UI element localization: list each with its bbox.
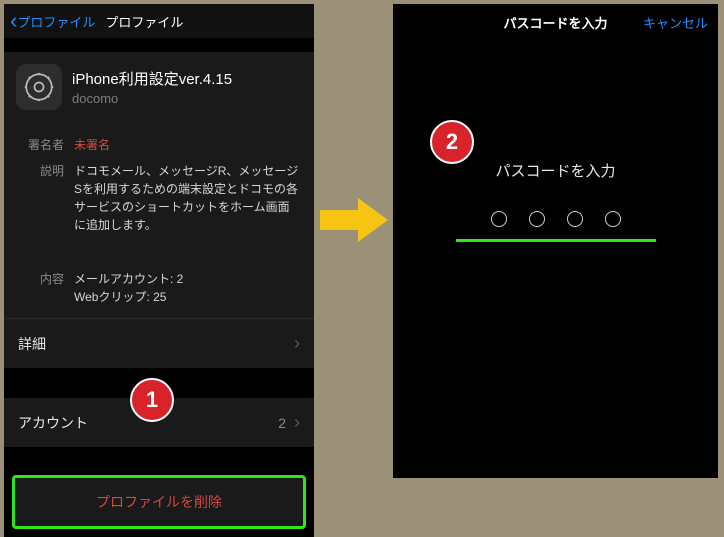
- detail-label: 詳細: [18, 334, 46, 354]
- badge-number: 1: [146, 387, 158, 413]
- content-line-2: Webクリップ: 25: [74, 288, 183, 306]
- badge-number: 2: [446, 129, 458, 155]
- chevron-right-icon: ›: [294, 333, 300, 354]
- step-badge-2: 2: [430, 120, 474, 164]
- delete-section: プロファイルを削除: [4, 467, 314, 537]
- back-label: プロファイル: [17, 12, 95, 31]
- nav-bar: ‹ プロファイル プロファイル: [4, 4, 314, 38]
- delete-label: プロファイルを削除: [96, 494, 222, 510]
- signer-value: 未署名: [74, 136, 110, 154]
- account-label: アカウント: [18, 413, 88, 433]
- signer-label: 署名者: [18, 136, 64, 154]
- passcode-dots[interactable]: [393, 211, 718, 227]
- nav-bar: パスコードを入力 キャンセル: [393, 4, 718, 40]
- nav-title: パスコードを入力: [503, 13, 607, 32]
- chevron-left-icon: ‹: [10, 10, 17, 32]
- settings-gear-icon: [16, 64, 62, 110]
- passcode-prompt: パスコードを入力: [393, 160, 718, 181]
- highlight-underline: [456, 239, 656, 242]
- profile-org: docomo: [72, 91, 232, 106]
- content-line-1: メールアカウント: 2: [74, 270, 183, 288]
- profile-meta: 署名者 未署名 説明 ドコモメール、メッセージR、メッセージSを利用するための端…: [4, 122, 314, 318]
- phone-screen-profile: ‹ プロファイル プロファイル iPhone利用設定ver.4.15 docom…: [4, 4, 314, 510]
- back-button[interactable]: ‹ プロファイル: [10, 10, 95, 32]
- passcode-entry: パスコードを入力: [393, 160, 718, 242]
- step-badge-1: 1: [130, 378, 174, 422]
- delete-profile-button[interactable]: プロファイルを削除: [12, 475, 306, 529]
- passcode-dot: [567, 211, 583, 227]
- detail-row[interactable]: 詳細 ›: [4, 318, 314, 368]
- account-count: 2: [278, 415, 286, 431]
- desc-label: 説明: [18, 162, 64, 234]
- profile-header: iPhone利用設定ver.4.15 docomo: [4, 52, 314, 122]
- profile-title: iPhone利用設定ver.4.15: [72, 68, 232, 89]
- nav-title: プロファイル: [105, 12, 183, 31]
- content-values: メールアカウント: 2 Webクリップ: 25: [74, 270, 183, 306]
- cancel-button[interactable]: キャンセル: [643, 13, 708, 32]
- phone-screen-passcode: パスコードを入力 キャンセル パスコードを入力: [393, 4, 718, 478]
- content-label: 内容: [18, 270, 64, 306]
- passcode-dot: [529, 211, 545, 227]
- passcode-dot: [605, 211, 621, 227]
- desc-value: ドコモメール、メッセージR、メッセージSを利用するための端末設定とドコモの各サー…: [74, 162, 300, 234]
- arrow-right-icon: [320, 195, 390, 245]
- chevron-right-icon: ›: [294, 412, 300, 433]
- passcode-dot: [491, 211, 507, 227]
